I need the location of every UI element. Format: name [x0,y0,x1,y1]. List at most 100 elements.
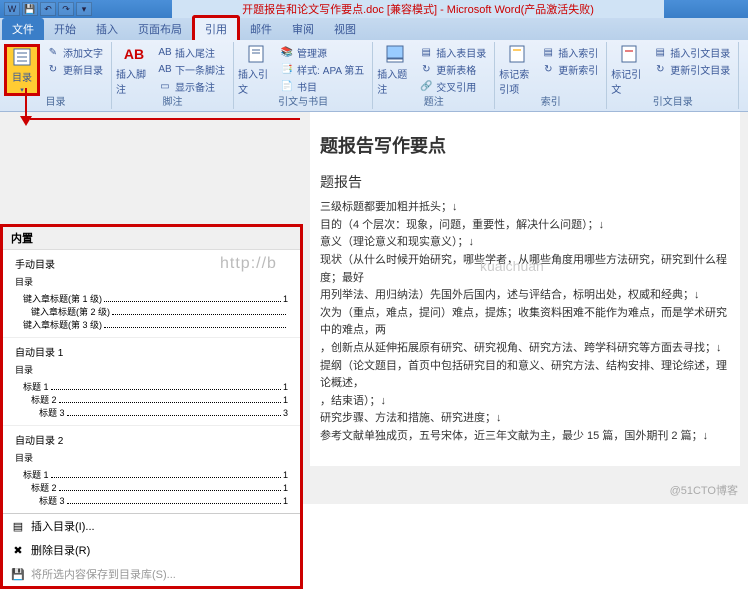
tab-review[interactable]: 审阅 [282,18,324,40]
document-area: 内置 手动目录 目录 键入章标题(第 1 级)1 键入章标题(第 2 级) 键入… [0,112,748,504]
update-index-icon: ↻ [541,62,555,76]
ribbon: 目录 ▾ ✎添加文字 ↻更新目录 目录 AB 插入脚注 AB插入尾注 AB下一条… [0,40,748,112]
xref-icon: 🔗 [419,79,433,93]
toc-icon [12,47,32,67]
add-text-button[interactable]: ✎添加文字 [44,44,105,60]
insert-toc-icon: ▤ [11,519,25,533]
add-text-icon: ✎ [46,45,60,59]
doc-line: 意义（理论意义和现实意义）；↓ [320,234,730,252]
doc-line: 参考文献单独成页，五号宋体，近三年文献为主，最少 15 篇，国外期刊 2 篇；↓ [320,428,730,446]
doc-line: 用列举法、用归纳法）先国外后国内，述与评结合，标明出处，权威和经典；↓ [320,287,730,305]
next-icon: AB [158,62,172,76]
mark-entry-button[interactable]: 标记索引项 [499,44,535,96]
style-selector[interactable]: 📑样式: APA 第五 [278,61,366,77]
group-index: 标记索引项 ▤插入索引 ↻更新索引 索引 [495,42,607,109]
annotation-arrow-h [30,118,300,120]
titlebar: W 💾 ↶ ↷ ▾ 开题报告和论文写作要点.doc [兼容模式] - Micro… [0,0,748,18]
tab-file[interactable]: 文件 [2,18,44,40]
tab-home[interactable]: 开始 [44,18,86,40]
toc-label: 目录 [12,69,32,84]
show-notes-button[interactable]: ▭显示备注 [156,78,227,94]
mark-icon [507,44,527,64]
group-citations: 插入引文 📚管理源 📑样式: APA 第五 📄书目 引文与书目 [234,42,373,109]
mark-cite-icon [619,44,639,64]
bibliography-button[interactable]: 📄书目 [278,78,366,94]
remove-toc-menuitem[interactable]: ✖删除目录(R) [3,538,300,562]
toc-dropdown: 内置 手动目录 目录 键入章标题(第 1 级)1 键入章标题(第 2 级) 键入… [0,224,303,589]
doc-line: ，结束语）；↓ [320,393,730,411]
fig-toc-icon: ▤ [419,45,433,59]
next-footnote-button[interactable]: AB下一条脚注 [156,61,227,77]
tab-references[interactable]: 引用 [192,15,240,40]
update-table-button[interactable]: ↻更新表格 [417,61,488,77]
insert-toc-menuitem[interactable]: ▤插入目录(I)... [3,514,300,538]
footnote-icon: AB [124,44,144,64]
toa-icon: ▤ [653,45,667,59]
tab-insert[interactable]: 插入 [86,18,128,40]
blog-watermark: @51CTO博客 [670,482,738,498]
manage-sources-button[interactable]: 📚管理源 [278,44,366,60]
window-title: 开题报告和论文写作要点.doc [兼容模式] - Microsoft Word(… [172,0,664,18]
insert-index-icon: ▤ [541,45,555,59]
save-toc-menuitem: 💾将所选内容保存到目录库(S)... [3,562,300,586]
update-toc-button[interactable]: ↻更新目录 [44,61,105,77]
insert-fig-toc-button[interactable]: ▤插入表目录 [417,44,488,60]
save-icon[interactable]: 💾 [22,2,38,16]
qat-dropdown-icon[interactable]: ▾ [76,2,92,16]
group-captions: 插入题注 ▤插入表目录 ↻更新表格 🔗交叉引用 题注 [373,42,495,109]
toc-option-auto1[interactable]: 自动目录 1 目录 标题 11 标题 21 标题 33 [3,337,300,425]
undo-icon[interactable]: ↶ [40,2,56,16]
doc-line: 目的（4 个层次：现象，问题，重要性，解决什么问题）；↓ [320,217,730,235]
insert-index-button[interactable]: ▤插入索引 [539,44,600,60]
group-authorities: 标记引文 ▤插入引文目录 ↻更新引文目录 引文目录 [607,42,739,109]
document-page: 题报告写作要点 题报告 三级标题都要加粗并抵头；↓ 目的（4 个层次：现象，问题… [310,112,740,466]
insert-endnote-button[interactable]: AB插入尾注 [156,44,227,60]
dd-builtin-header: 内置 [3,227,300,250]
remove-toc-icon: ✖ [11,543,25,557]
group-citations-label: 引文与书目 [234,93,372,108]
tab-view[interactable]: 视图 [324,18,366,40]
update-toa-button[interactable]: ↻更新引文目录 [651,61,732,77]
toc-option-auto2[interactable]: 自动目录 2 目录 标题 11 标题 21 标题 31 [3,425,300,513]
doc-line: ，创新点从延伸拓展原有研究、研究视角、研究方法、跨学科研究等方面去寻找；↓ [320,340,730,358]
tab-mailings[interactable]: 邮件 [240,18,282,40]
insert-footnote-button[interactable]: AB 插入脚注 [116,44,152,96]
update-toa-icon: ↻ [653,62,667,76]
insert-caption-button[interactable]: 插入题注 [377,44,413,96]
watermark-right: kuaichuan [480,258,544,274]
show-icon: ▭ [158,79,172,93]
group-captions-label: 题注 [373,93,494,108]
group-index-label: 索引 [495,93,606,108]
insert-toa-button[interactable]: ▤插入引文目录 [651,44,732,60]
watermark-left: http://b [220,255,277,273]
group-toc-label: 目录 [0,93,111,108]
save-toc-icon: 💾 [11,567,25,581]
tab-layout[interactable]: 页面布局 [128,18,192,40]
manage-icon: 📚 [280,45,294,59]
cross-ref-button[interactable]: 🔗交叉引用 [417,78,488,94]
insert-citation-button[interactable]: 插入引文 [238,44,274,96]
doc-line: 提纲（论文题目，首页中包括研究目的和意义、研究方法、结构安排、理论综述，理论概述… [320,358,730,393]
doc-line: 次为（重点，难点，提问）难点，提炼；收集资料困难不能作为难点，而是学术研究中的难… [320,305,730,340]
doc-line: 研究步骤、方法和措施、研究进度；↓ [320,410,730,428]
toc-button[interactable]: 目录 ▾ [4,44,40,96]
mark-citation-button[interactable]: 标记引文 [611,44,647,96]
ribbon-tabs: 文件 开始 插入 页面布局 引用 邮件 审阅 视图 [0,18,748,40]
update-index-button[interactable]: ↻更新索引 [539,61,600,77]
doc-title: 题报告写作要点 [320,132,730,161]
doc-line: 三级标题都要加粗并抵头；↓ [320,199,730,217]
update-icon: ↻ [46,62,60,76]
group-toc: 目录 ▾ ✎添加文字 ↻更新目录 目录 [0,42,112,109]
endnote-icon: AB [158,45,172,59]
style-icon: 📑 [280,62,294,76]
citation-icon [246,44,266,64]
word-icon[interactable]: W [4,2,20,16]
redo-icon[interactable]: ↷ [58,2,74,16]
group-authorities-label: 引文目录 [607,93,738,108]
update-table-icon: ↻ [419,62,433,76]
group-footnotes-label: 脚注 [112,93,233,108]
quick-access-toolbar: W 💾 ↶ ↷ ▾ [4,2,92,16]
biblio-icon: 📄 [280,79,294,93]
group-footnotes: AB 插入脚注 AB插入尾注 AB下一条脚注 ▭显示备注 脚注 [112,42,234,109]
caption-icon [385,44,405,64]
